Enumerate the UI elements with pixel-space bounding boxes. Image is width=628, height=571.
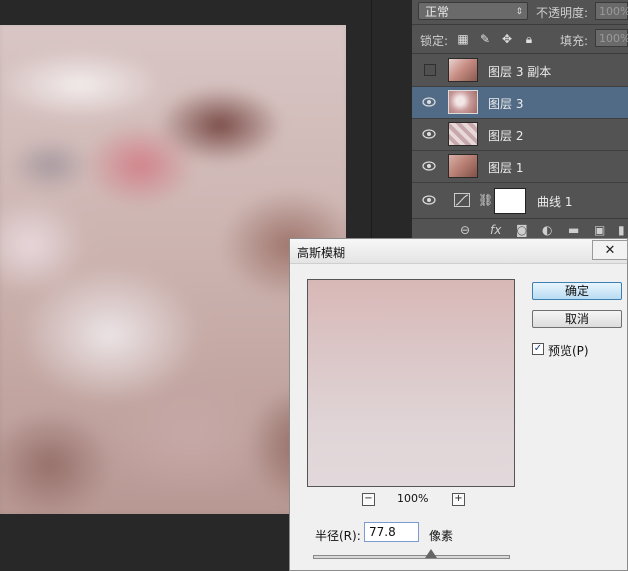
lock-position-icon[interactable]: ✥ (500, 32, 514, 46)
dialog-title: 高斯模糊 (297, 246, 346, 260)
cancel-button[interactable]: 取消 (532, 310, 622, 328)
link-icon[interactable]: ⛓ (478, 193, 493, 207)
adjustment-icon[interactable]: ◐ (542, 223, 552, 237)
layer-thumbnail (448, 122, 478, 146)
layer-thumbnail (448, 154, 478, 178)
adjustment-layer-row[interactable]: ⛓ 曲线 1 (412, 185, 628, 219)
radius-label: 半径(R): (315, 529, 361, 543)
layer-mask-thumbnail[interactable] (494, 188, 526, 214)
lock-row: 锁定: ▦ ✎ ✥ 🔒︎ 填充: 100% (412, 25, 628, 54)
preview-checkbox[interactable]: ✓ (532, 343, 544, 355)
layer-thumbnail (448, 58, 478, 82)
lock-label: 锁定: (420, 34, 449, 48)
layer-name: 曲线 1 (537, 195, 573, 209)
layer-name: 图层 2 (488, 129, 524, 143)
ok-button[interactable]: 确定 (532, 282, 622, 300)
preview-label: 预览(P) (548, 344, 589, 358)
blend-mode-select[interactable]: 正常 ⇕ (418, 2, 528, 20)
close-button[interactable]: ✕ (592, 240, 628, 260)
layer-row[interactable]: 图层 2 (412, 119, 628, 151)
visibility-toggle[interactable] (424, 64, 436, 76)
opacity-label: 不透明度: (536, 6, 589, 20)
add-mask-icon[interactable]: ◙ (516, 223, 528, 237)
trash-icon[interactable]: ▮ (618, 223, 625, 237)
fill-label: 填充: (560, 34, 589, 48)
lock-all-icon[interactable]: 🔒︎ (522, 32, 536, 46)
chevron-updown-icon: ⇕ (515, 7, 523, 17)
lock-image-pixels-icon[interactable]: ✎ (478, 32, 492, 46)
layers-panel-header: 正常 ⇕ 不透明度: 100% (412, 0, 628, 25)
layer-thumbnail (448, 90, 478, 114)
radius-input[interactable]: 77.8 (364, 522, 419, 542)
zoom-in-button[interactable]: + (452, 493, 465, 506)
link-layers-icon[interactable]: ⊖ (460, 223, 470, 237)
blend-mode-value: 正常 (425, 5, 450, 19)
layer-name: 图层 1 (488, 161, 524, 175)
layer-name: 图层 3 副本 (488, 65, 552, 79)
layers-panel: 正常 ⇕ 不透明度: 100% 锁定: ▦ ✎ ✥ 🔒︎ 填充: 100% 图层… (412, 0, 628, 241)
new-layer-icon[interactable]: ▣ (594, 223, 605, 237)
blur-preview[interactable] (307, 279, 515, 487)
eye-icon[interactable] (422, 160, 436, 172)
folder-icon[interactable]: ▬ (568, 223, 579, 237)
eye-icon[interactable] (422, 194, 436, 206)
curves-icon (454, 193, 470, 207)
eye-icon[interactable] (422, 96, 436, 108)
layer-row[interactable]: 图层 1 (412, 151, 628, 183)
opacity-input[interactable]: 100% (595, 2, 628, 20)
zoom-value: 100% (397, 492, 429, 505)
eye-icon[interactable] (422, 128, 436, 140)
radius-unit: 像素 (429, 529, 454, 543)
radius-slider-track[interactable] (313, 555, 510, 559)
fill-input[interactable]: 100% (595, 29, 628, 47)
fx-icon[interactable]: fx (490, 223, 501, 237)
layer-row-selected[interactable]: 图层 3 (412, 87, 628, 119)
zoom-out-button[interactable]: − (362, 493, 375, 506)
radius-slider-thumb[interactable] (425, 549, 438, 558)
dialog-titlebar[interactable]: 高斯模糊 ✕ (290, 239, 628, 264)
lock-transparent-pixels-icon[interactable]: ▦ (456, 32, 470, 46)
layer-row[interactable]: 图层 3 副本 (412, 55, 628, 87)
gaussian-blur-dialog: 高斯模糊 ✕ − 100% + 确定 取消 ✓ 预览(P) 半径(R): 77.… (289, 238, 628, 571)
layer-name: 图层 3 (488, 97, 524, 111)
